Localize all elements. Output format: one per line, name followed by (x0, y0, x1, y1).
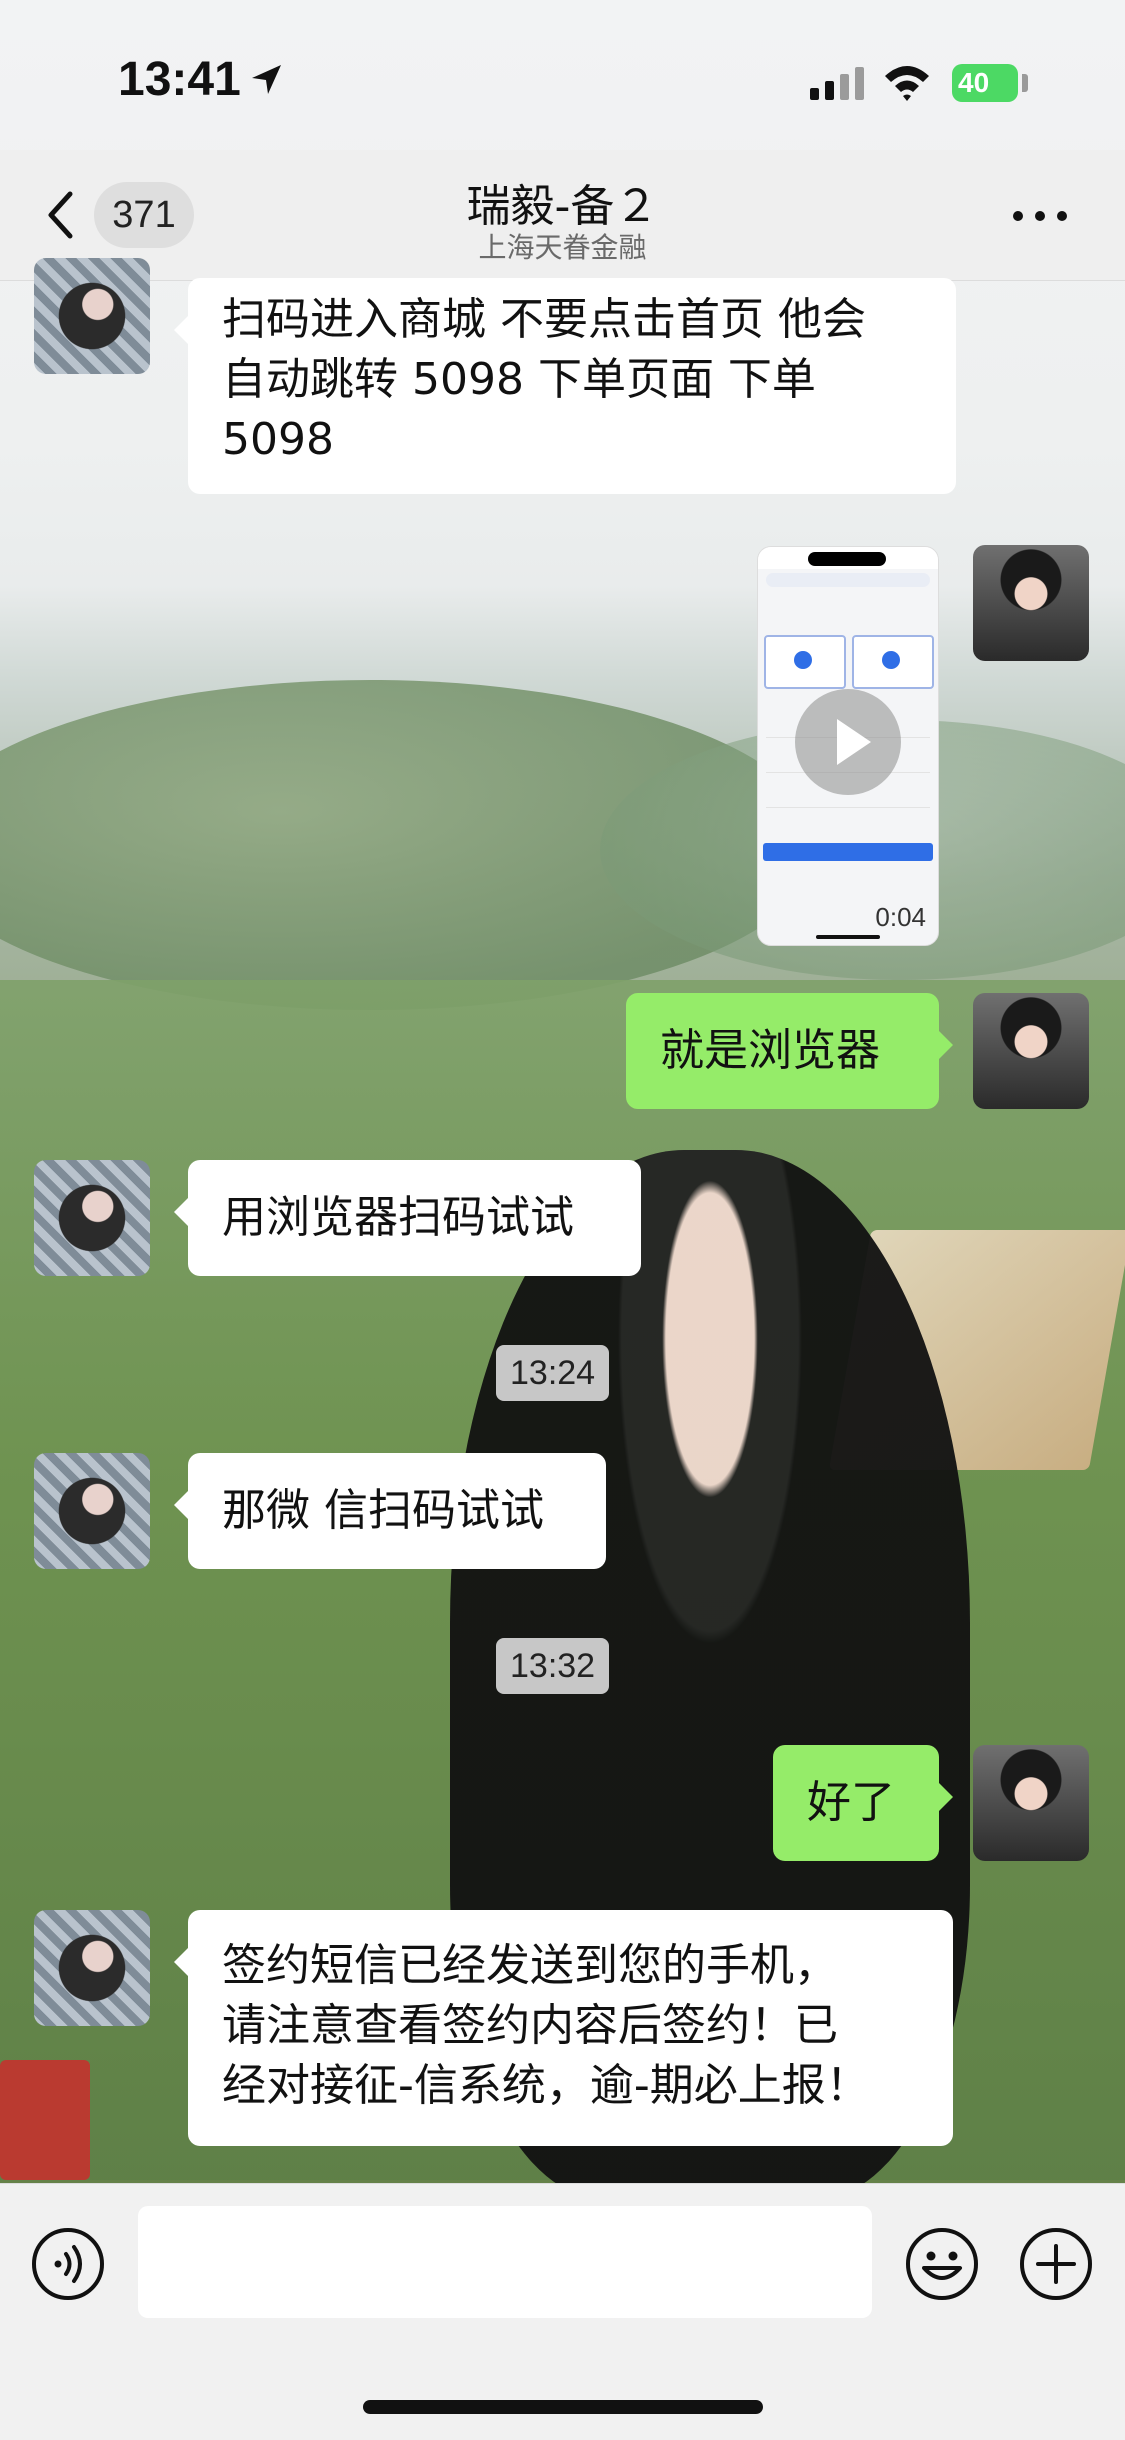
chat-header: 371 瑞毅-备２ 上海天眷金融 (0, 150, 1125, 281)
wifi-icon (885, 66, 929, 101)
home-indicator[interactable] (363, 2400, 763, 2414)
status-bar: 13:41 40 (0, 0, 1125, 150)
message-line: 请注意查看签约内容后签约！已 (222, 2000, 838, 2051)
received-message[interactable]: 扫码进入商城 不要点击首页 他会 自动跳转 5098 下单页面 下单 5098 (174, 278, 956, 494)
message-text-input[interactable] (138, 2206, 872, 2318)
sent-message[interactable]: 就是浏览器 (626, 993, 953, 1109)
contact-avatar[interactable] (34, 1910, 150, 2026)
plus-icon[interactable] (1018, 2226, 1094, 2302)
received-message[interactable]: 那微 信扫码试试 (174, 1453, 606, 1569)
my-avatar[interactable] (973, 545, 1089, 661)
chat-title: 瑞毅-备２ (466, 181, 659, 232)
message-timestamp: 13:32 (496, 1638, 610, 1694)
play-icon[interactable] (795, 689, 901, 795)
message-line: 扫码进入商城 不要点击首页 他会 (222, 294, 866, 345)
my-avatar[interactable] (973, 1745, 1089, 1861)
status-time: 13:41 (118, 53, 241, 106)
contact-avatar[interactable] (34, 1160, 150, 1276)
sent-message[interactable]: 好了 (773, 1745, 953, 1861)
battery-cap (1022, 74, 1028, 92)
emoji-icon[interactable] (904, 2226, 980, 2302)
message-line: 经对接征-信系统，逾-期必上报！ (222, 2060, 870, 2111)
message-line: 自动跳转 5098 下单页面 下单 (222, 354, 816, 405)
contact-avatar[interactable] (34, 258, 150, 374)
more-dots-icon[interactable] (1010, 206, 1070, 226)
message-line: 签约短信已经发送到您的手机， (222, 1940, 838, 1991)
video-duration: 0:04 (875, 902, 926, 932)
message-timestamp: 13:24 (496, 1345, 610, 1401)
message-line: 5098 (222, 414, 334, 465)
battery-indicator: 40 (952, 64, 1018, 102)
chat-subtitle: 上海天眷金融 (478, 231, 647, 264)
received-message[interactable]: 签约短信已经发送到您的手机， 请注意查看签约内容后签约！已 经对接征-信系统，逾… (174, 1910, 953, 2146)
location-arrow-icon (252, 65, 281, 94)
cellular-signal-icon (810, 67, 864, 100)
received-message[interactable]: 用浏览器扫码试试 (174, 1160, 641, 1276)
voice-input-icon[interactable] (30, 2226, 106, 2302)
my-avatar[interactable] (973, 993, 1089, 1109)
contact-avatar[interactable] (34, 1453, 150, 1569)
video-message[interactable]: 0:04 (757, 546, 939, 946)
